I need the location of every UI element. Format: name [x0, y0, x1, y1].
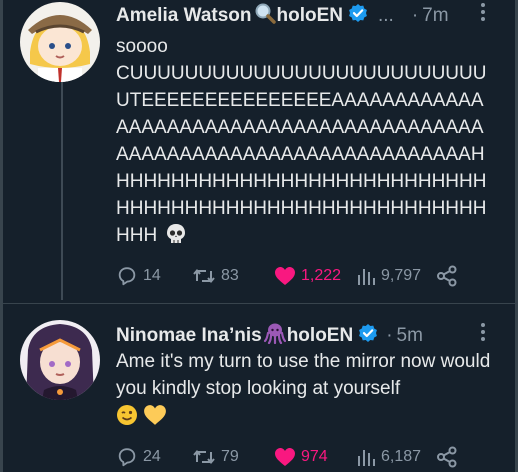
retweet-count: 79 [221, 448, 239, 465]
reply-count: 24 [143, 448, 161, 465]
emoji-row [116, 404, 496, 430]
tweet-text-line: Ame it's my turn to use the mirror now w… [116, 351, 491, 399]
tweet-actions: 24 79 974 6,187 [116, 446, 468, 468]
tweet-header: Ninomae Ina’nis holoEN · 5m [116, 322, 423, 350]
winking-face-icon [116, 404, 138, 434]
share-icon [436, 446, 458, 468]
header-separator: · [386, 325, 393, 346]
views-button[interactable]: 6,187 [356, 447, 436, 467]
like-count: 974 [301, 448, 328, 465]
author-name[interactable]: Ninomae Ina’nis [116, 325, 262, 347]
retweet-icon [192, 446, 216, 468]
like-button[interactable]: 974 [274, 447, 356, 467]
more-options-icon[interactable] [480, 322, 486, 346]
avatar[interactable] [20, 320, 100, 400]
retweet-button[interactable]: 79 [192, 446, 274, 468]
share-button[interactable] [436, 446, 458, 468]
yellow-heart-icon [143, 404, 167, 434]
views-count: 6,187 [381, 448, 422, 465]
reply-icon [116, 446, 138, 468]
bar-chart-icon [356, 447, 376, 467]
tweet-ina[interactable]: Ninomae Ina’nis holoEN · 5m Ame it's my … [0, 0, 518, 472]
reply-button[interactable]: 24 [116, 446, 192, 468]
octopus-icon [263, 322, 286, 350]
verified-badge-icon [358, 323, 378, 349]
heart-icon [274, 447, 296, 467]
author-affiliation[interactable]: holoEN [287, 325, 354, 347]
timestamp[interactable]: 5m [397, 325, 423, 347]
tweet-text: Ame it's my turn to use the mirror now w… [116, 348, 496, 430]
